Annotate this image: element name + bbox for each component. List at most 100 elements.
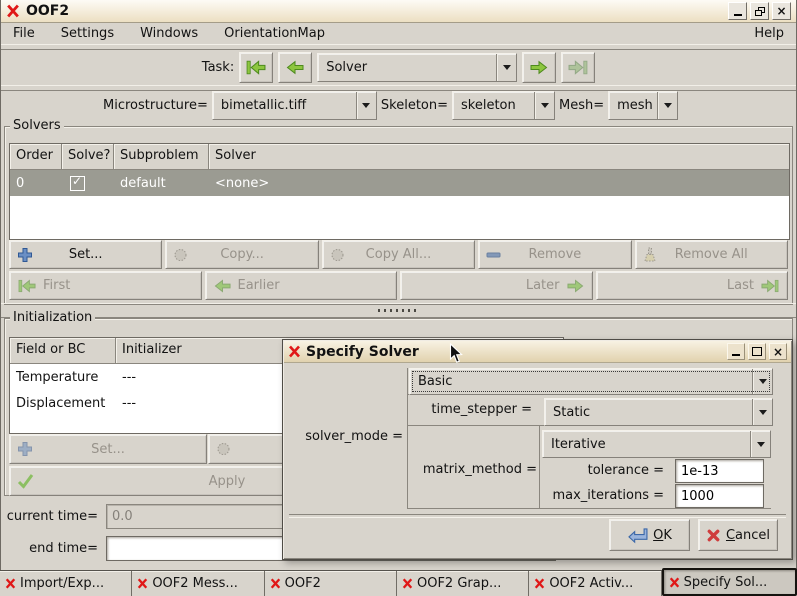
group-border	[539, 425, 540, 508]
solver-mode-label: solver_mode =	[305, 429, 403, 444]
solve-checkbox[interactable]	[70, 174, 85, 191]
taskbar-tab-oof2[interactable]: OOF2	[265, 571, 397, 596]
mesh-select[interactable]: mesh	[608, 91, 679, 120]
oof2-app-icon	[7, 4, 19, 18]
task-select[interactable]: Solver	[317, 52, 518, 82]
plus-icon	[17, 247, 33, 263]
dialog-separator	[289, 514, 786, 518]
remove-solver-label: Remove	[528, 247, 582, 262]
menu-windows[interactable]: Windows	[140, 26, 198, 41]
first-label: First	[43, 278, 71, 293]
task-back-button[interactable]	[278, 51, 313, 83]
group-border	[407, 508, 771, 509]
cancel-button[interactable]: Cancel	[698, 519, 778, 551]
remove-all-button[interactable]: Remove All	[634, 240, 788, 269]
solvers-nav-row: First Earlier Later Last	[9, 271, 788, 300]
oof2-app-icon	[535, 578, 545, 589]
window-taskbar: Import/Exp... OOF2 Mess... OOF2 OOF2 Gra…	[0, 568, 797, 596]
dialog-minimize-button[interactable]	[727, 343, 745, 360]
restore-button[interactable]	[750, 2, 769, 20]
end-time-label: end time=	[29, 541, 98, 556]
ok-button[interactable]: OK	[609, 519, 690, 551]
copy-icon	[216, 442, 231, 457]
skeleton-select[interactable]: skeleton	[452, 91, 555, 120]
col-solver[interactable]: Solver	[209, 144, 789, 170]
task-label: Task:	[201, 59, 235, 75]
later-button[interactable]: Later	[400, 271, 593, 300]
solvers-table-header: Order Solve? Subproblem Solver	[10, 144, 789, 170]
first-arrow-icon	[246, 59, 266, 75]
time-stepper-value: Static	[553, 404, 591, 420]
menu-help[interactable]: Help	[754, 26, 784, 41]
oof2-app-icon	[138, 578, 148, 589]
skeleton-dropdown	[534, 92, 554, 119]
pane-divider[interactable]	[1, 303, 796, 318]
earlier-label: Earlier	[237, 278, 280, 293]
solver-mode-dropdown	[752, 369, 772, 394]
chevron-down-icon	[540, 103, 549, 108]
group-border	[407, 368, 408, 508]
menu-file[interactable]: File	[13, 26, 35, 41]
chevron-down-icon	[362, 103, 371, 108]
menu-orientationmap[interactable]: OrientationMap	[224, 26, 325, 41]
col-subproblem[interactable]: Subproblem	[114, 144, 209, 170]
matrix-method-dropdown	[750, 431, 770, 457]
minimize-button[interactable]	[728, 2, 747, 20]
set-solver-button[interactable]: Set...	[9, 240, 163, 269]
taskbar-tab-graphics[interactable]: OOF2 Grap...	[397, 571, 530, 596]
microstructure-label: Microstructure=	[103, 98, 208, 113]
cell-solver: <none>	[215, 175, 270, 191]
microstructure-select[interactable]: bimetallic.tiff	[211, 91, 377, 120]
field-name: Displacement	[16, 395, 106, 411]
tolerance-field[interactable]	[675, 459, 764, 483]
ok-label: OK	[653, 527, 672, 543]
task-last-button[interactable]	[561, 51, 596, 83]
last-button[interactable]: Last	[595, 271, 788, 300]
tolerance-label: tolerance =	[587, 463, 664, 478]
solver-mode-select[interactable]: Basic	[409, 368, 773, 395]
col-field-or-bc[interactable]: Field or BC	[10, 338, 116, 364]
close-button[interactable]: ×	[772, 2, 791, 20]
dialog-maximize-button[interactable]	[748, 343, 766, 360]
copy-solver-button[interactable]: Copy...	[165, 240, 319, 269]
specify-solver-dialog: Specify Solver × solver_mode = Basic tim…	[282, 339, 793, 560]
taskbar-tab-specify-solver[interactable]: Specify Sol...	[661, 568, 797, 596]
tab-label: OOF2 Grap...	[416, 576, 502, 591]
menubar: File Settings Windows OrientationMap Hel…	[1, 23, 796, 44]
minus-icon	[486, 248, 501, 262]
taskbar-tab-messages[interactable]: OOF2 Mess...	[132, 571, 265, 596]
task-selected-value: Solver	[326, 59, 368, 75]
table-row[interactable]: 0 default <none>	[10, 170, 789, 196]
taskbar-tab-import-export[interactable]: Import/Exp...	[0, 571, 133, 596]
first-button[interactable]: First	[9, 271, 202, 300]
init-set-button[interactable]: Set...	[9, 434, 207, 464]
chevron-down-icon	[663, 103, 672, 108]
field-name: Temperature	[16, 369, 99, 385]
col-order[interactable]: Order	[10, 144, 62, 170]
set-solver-label: Set...	[68, 247, 103, 262]
dialog-close-button[interactable]: ×	[769, 343, 787, 360]
col-solve[interactable]: Solve?	[62, 144, 114, 170]
time-stepper-select[interactable]: Static	[544, 398, 773, 426]
remove-all-label: Remove All	[674, 247, 748, 262]
later-arrow-icon	[566, 279, 583, 292]
solver-mode-value: Basic	[418, 374, 453, 389]
chevron-down-icon	[756, 441, 765, 447]
task-forward-button[interactable]	[522, 51, 557, 83]
matrix-method-select[interactable]: Iterative	[542, 430, 771, 458]
remove-solver-button[interactable]: Remove	[478, 240, 632, 269]
copy-all-button[interactable]: Copy All...	[321, 240, 476, 269]
task-first-button[interactable]	[239, 51, 274, 83]
taskbar-tab-activity[interactable]: OOF2 Activ...	[529, 571, 662, 596]
matrix-method-value: Iterative	[551, 436, 606, 452]
broom-icon	[643, 247, 657, 263]
max-iterations-field[interactable]	[675, 484, 764, 508]
menu-settings[interactable]: Settings	[61, 26, 114, 41]
oof2-app-icon	[669, 576, 679, 588]
mesh-dropdown	[657, 92, 677, 119]
back-arrow-icon	[286, 60, 304, 74]
earlier-button[interactable]: Earlier	[204, 271, 397, 300]
oof2-app-icon	[402, 578, 413, 589]
dialog-titlebar: Specify Solver ×	[284, 341, 791, 363]
copy-all-label: Copy All...	[365, 247, 432, 262]
